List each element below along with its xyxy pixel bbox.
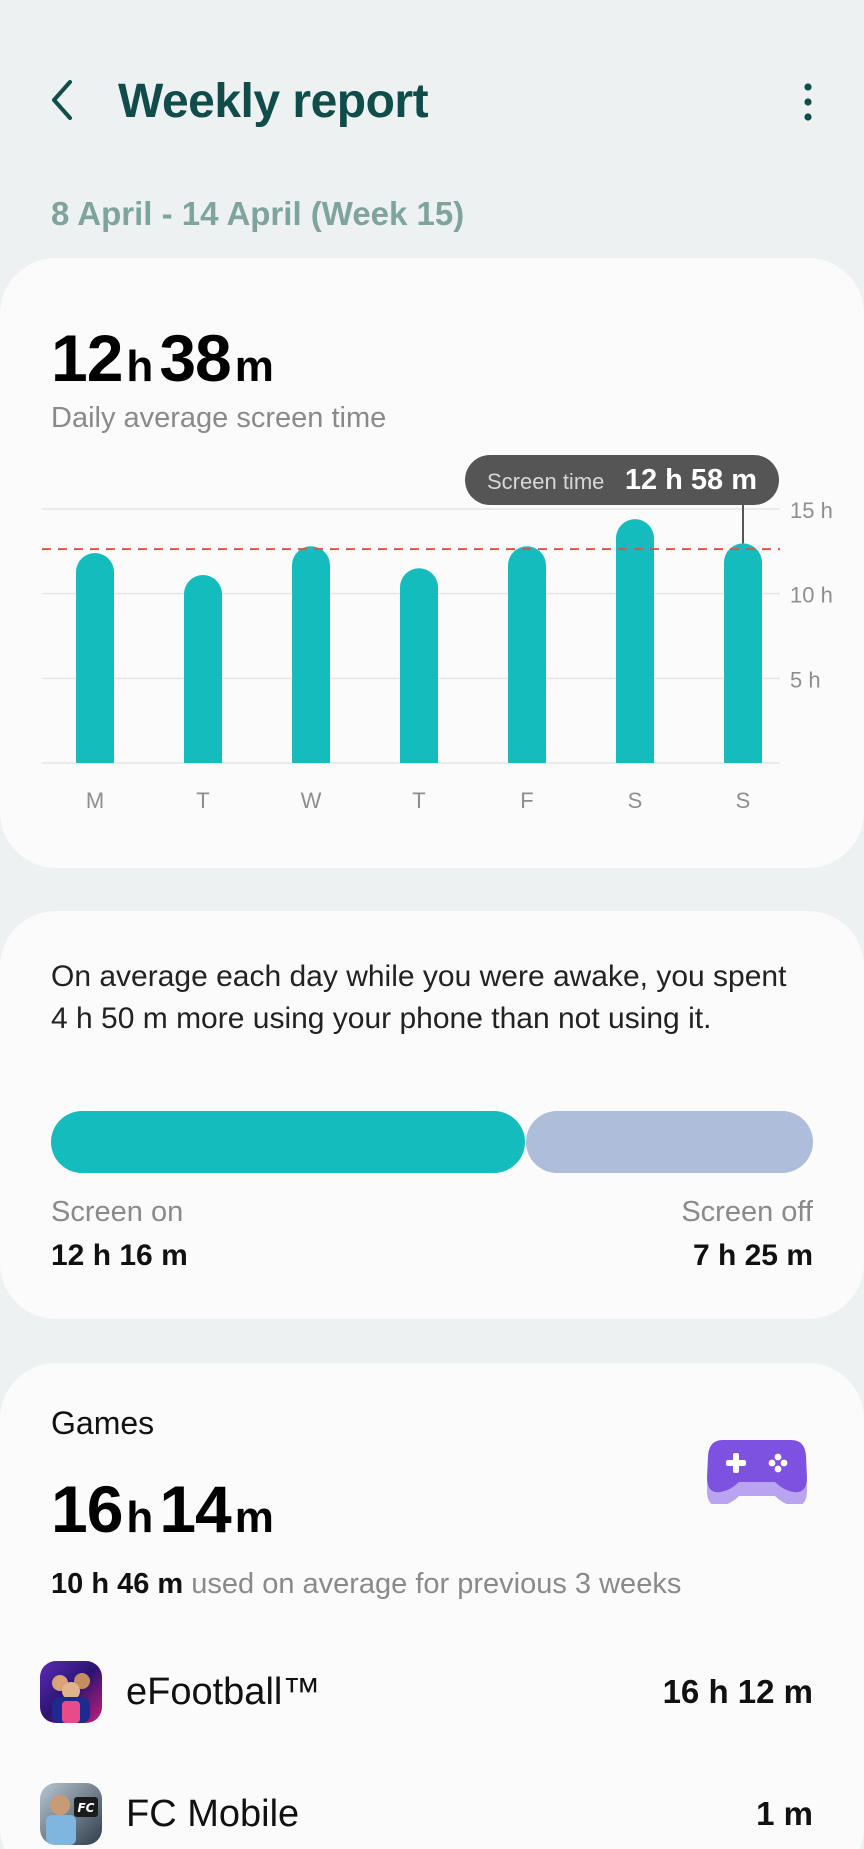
chart-bar [76, 553, 114, 763]
tooltip-label: Screen time [487, 469, 605, 494]
chart-bar [508, 546, 546, 763]
usage-summary-text: On average each day while you were awake… [51, 960, 787, 1035]
y-tick-label: 15 h [790, 498, 833, 523]
screen-on-bar [51, 1111, 525, 1173]
games-minutes-value: 14 [159, 1472, 231, 1546]
chart-bar [184, 575, 222, 763]
efootball-app-icon [40, 1661, 102, 1723]
fc-mobile-app-icon: FC [40, 1783, 102, 1845]
gamepad-icon [707, 1440, 807, 1504]
app-time: 1 m [756, 1795, 813, 1832]
screen-time-tooltip: Screen time 12 h 58 m [465, 455, 779, 505]
x-tick-label: M [86, 788, 104, 813]
y-tick-label: 5 h [790, 667, 821, 692]
x-tick-label: T [412, 788, 425, 813]
tooltip-value: 12 h 58 m [624, 464, 757, 496]
games-title: Games [51, 1405, 155, 1441]
chart-bar [616, 519, 654, 763]
y-tick-label: 10 h [790, 583, 833, 608]
screen-off-bar [526, 1111, 813, 1173]
games-previous-average: 10 h 46 m used on average for previous 3… [51, 1568, 681, 1601]
games-hours-unit: h [126, 1493, 154, 1542]
app-row-fc-mobile[interactable]: FC FC Mobile 1 m [0, 1775, 864, 1849]
screen-time-chart: 5 h 10 h 15 h M T W T F S S [42, 498, 833, 813]
app-row-efootball[interactable]: eFootball™ 16 h 12 m [0, 1653, 864, 1733]
app-time: 16 h 12 m [662, 1673, 813, 1710]
app-name: eFootball™ [126, 1671, 321, 1713]
screen-off-label: Screen off [681, 1196, 813, 1228]
x-tick-label: F [520, 788, 533, 813]
x-tick-label: S [736, 788, 751, 813]
x-tick-label: T [196, 788, 209, 813]
screen-on-label: Screen on [51, 1196, 184, 1228]
screen-on-value: 12 h 16 m [51, 1239, 188, 1272]
games-minutes-unit: m [234, 1493, 274, 1542]
games-hours-value: 16 [51, 1472, 123, 1546]
x-tick-label: S [628, 788, 643, 813]
screen-on-off-card: On average each day while you were awake… [0, 911, 864, 1319]
chart-bar [400, 568, 438, 763]
svg-text:FC: FC [77, 1801, 94, 1815]
app-name: FC Mobile [126, 1793, 300, 1835]
x-tick-label: W [301, 788, 322, 813]
chart-bar [724, 543, 762, 763]
chart-bar [292, 546, 330, 763]
previous-average-value: 10 h 46 m [51, 1568, 184, 1600]
games-card[interactable]: Games 16h14m 10 h 46 m used on average f… [0, 1363, 864, 1849]
previous-average-text: used on average for previous 3 weeks [191, 1568, 682, 1600]
screen-off-value: 7 h 25 m [692, 1239, 813, 1272]
games-total-value: 16h14m [51, 1471, 280, 1547]
